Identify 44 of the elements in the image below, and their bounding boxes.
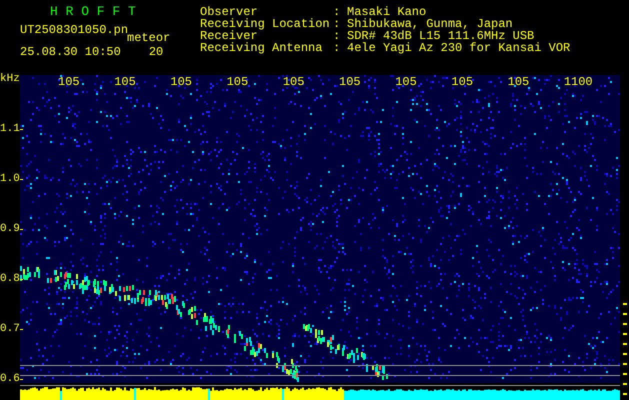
timestamp: 25.08.30 10:50 bbox=[20, 46, 121, 58]
x-axis-label: 105 bbox=[508, 75, 530, 89]
x-axis-label: 105 bbox=[226, 75, 250, 89]
scale-tick bbox=[623, 313, 627, 315]
y-axis-label: 1.1 bbox=[0, 124, 20, 135]
y-axis-label: 0.7 bbox=[0, 324, 20, 335]
y-axis-label: 1.0 bbox=[0, 174, 20, 185]
info-separator: : bbox=[333, 30, 342, 42]
scale-tick bbox=[623, 393, 627, 395]
info-value: SDR# 43dB L15 111.6MHz USB bbox=[347, 30, 534, 42]
scale-tick bbox=[623, 303, 627, 305]
y-axis-label: 0.9 bbox=[0, 224, 20, 235]
file-name: UT2508301050.pn bbox=[20, 24, 128, 36]
x-axis-label: 105 bbox=[451, 75, 474, 89]
y-axis-label: 0.6 bbox=[0, 374, 20, 385]
x-axis-label: 105 bbox=[395, 75, 418, 89]
info-label: Observer bbox=[200, 6, 258, 18]
info-value: Masaki Kano bbox=[347, 6, 428, 18]
info-label: Receiving Location bbox=[200, 18, 331, 30]
info-label: Receiving Antenna bbox=[200, 42, 324, 54]
x-axis-label: 105 bbox=[282, 75, 306, 89]
scale-tick bbox=[623, 323, 627, 325]
x-axis-label: 105 bbox=[170, 75, 194, 89]
info-separator: : bbox=[333, 6, 342, 18]
x-axis-label: 105 bbox=[58, 75, 81, 89]
info-value: Shibukawa, Gunma, Japan bbox=[347, 18, 514, 30]
detection-count: 20 bbox=[148, 46, 164, 58]
axis-unit: kHz bbox=[0, 73, 20, 85]
info-separator: : bbox=[333, 42, 342, 54]
x-axis-label: 105 bbox=[339, 75, 362, 89]
info-label: Receiver bbox=[200, 30, 258, 42]
y-axis-label: 0.8 bbox=[0, 274, 20, 285]
x-axis-label: 105 bbox=[114, 75, 137, 89]
scale-tick bbox=[623, 363, 627, 365]
scale-tick bbox=[623, 353, 627, 355]
file-type: meteor bbox=[127, 32, 170, 44]
x-axis-label: 1100 bbox=[564, 75, 594, 89]
info-value: 4ele Yagi Az 230 for Kansai VOR bbox=[347, 42, 570, 54]
scale-tick bbox=[623, 373, 627, 375]
scale-tick bbox=[623, 333, 627, 335]
scale-tick bbox=[623, 383, 627, 385]
app-title: H R O F F T bbox=[49, 6, 137, 20]
scale-tick bbox=[623, 343, 627, 345]
info-separator: : bbox=[333, 18, 342, 30]
